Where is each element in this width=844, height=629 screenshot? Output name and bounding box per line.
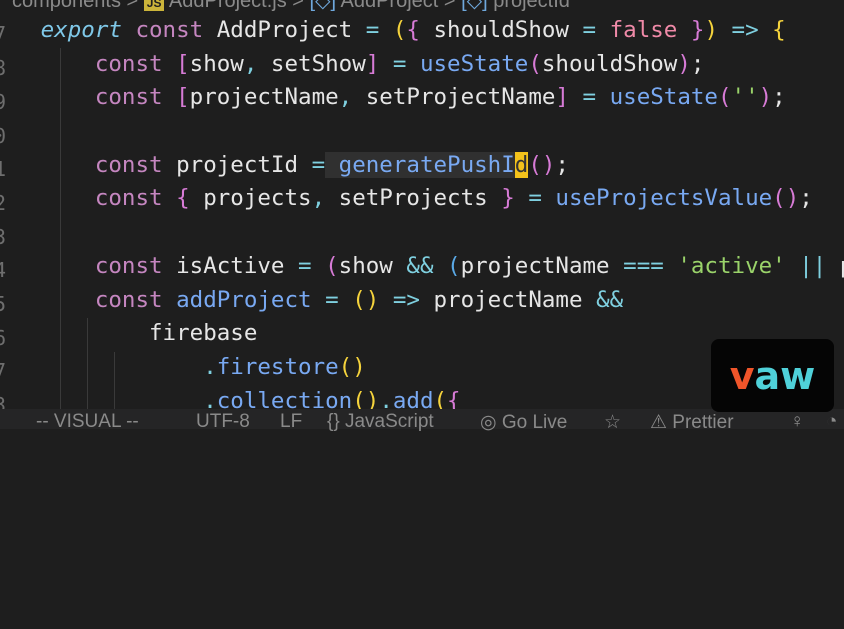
encoding-button[interactable]: UTF-8 [196,411,250,433]
code-line[interactable]: const addProject = () => projectName && [0,284,844,318]
logo-aw: aw [754,353,816,398]
vim-mode: -- VISUAL -- [36,411,139,432]
language-mode-button[interactable]: {} JavaScript [327,411,434,433]
code-line[interactable]: const isActive = (show && (projectName =… [0,250,844,284]
js-file-icon: JS [143,0,165,11]
notifications-icon[interactable]: ◔ [826,411,837,433]
breadcrumb-symbol[interactable]: AddProject [341,0,439,12]
prettier-button[interactable]: ⚠ Prettier [650,411,734,434]
symbol-icon: [◇] [461,0,488,12]
breadcrumb-file[interactable]: AddProject.js [169,0,287,12]
code-line[interactable]: const projectId = generatePushId(); [0,149,844,183]
accounts-icon[interactable]: ♀ [790,411,804,433]
code-line[interactable] [0,115,844,149]
tweet-feedback-icon[interactable]: ☆ [604,411,621,434]
code-line[interactable]: export const AddProject = ({ shouldShow … [0,14,844,48]
go-live-button[interactable]: ◎ Go Live [480,411,567,434]
channel-logo: v aw [711,339,834,412]
breadcrumb[interactable]: components > JS AddProject.js > [◇] AddP… [12,0,570,13]
breadcrumb-symbol[interactable]: projectId [493,0,570,12]
logo-v: v [729,353,755,398]
code-line[interactable]: const { projects, setProjects } = usePro… [0,182,844,216]
code-line[interactable]: const [show, setShow] = useState(shouldS… [0,48,844,82]
eol-button[interactable]: LF [280,411,302,433]
breadcrumb-folder[interactable]: components [12,0,121,12]
symbol-icon: [◇] [309,0,337,12]
text-cursor: d [514,151,529,178]
code-line[interactable]: const [projectName, setProjectName] = us… [0,81,844,115]
code-line[interactable] [0,216,844,250]
status-bar: -- VISUAL -- UTF-8 LF {} JavaScript ◎ Go… [0,409,844,433]
